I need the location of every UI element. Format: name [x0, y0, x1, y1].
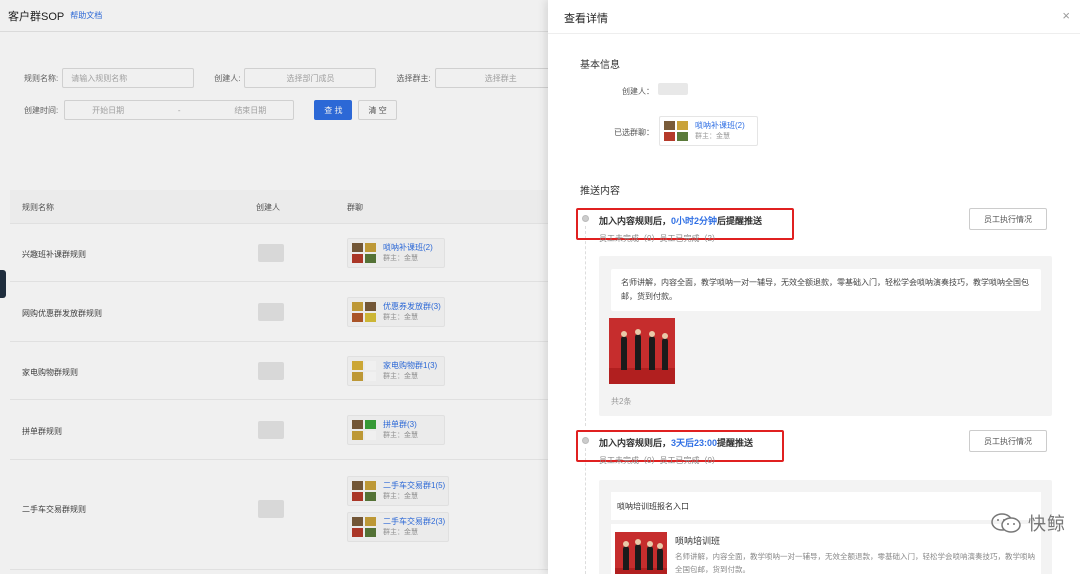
- creator-label: 创建人：: [622, 87, 654, 96]
- creator-avatar: [658, 83, 688, 95]
- rule-title: 加入内容规则后，3天后23:00提醒推送: [599, 436, 753, 449]
- timeline-line: [585, 448, 586, 574]
- rule-time: 0小时2分钟: [671, 216, 718, 226]
- group-owner: 群主：金慧: [695, 133, 730, 140]
- push-content-card: 唢呐培训班报名入口 唢呐培训班 名师讲解，内容全面，教学唢呐一对一辅导，无效全额…: [599, 480, 1052, 574]
- drawer-title: 查看详情: [564, 13, 608, 25]
- item-count: 共2条: [611, 397, 632, 406]
- link-title: 唢呐培训班报名入口: [611, 492, 1041, 520]
- rule-suffix: 后提醒推送: [717, 216, 763, 226]
- close-icon[interactable]: ×: [1062, 9, 1070, 22]
- performance-photo[interactable]: [609, 318, 675, 384]
- employee-execution-button[interactable]: 员工执行情况: [969, 208, 1047, 230]
- watermark: 快鲸: [990, 510, 1066, 536]
- details-drawer: 查看详情 × 基本信息 创建人： 已选群聊： 唢呐补课班(2) 群主：金慧 推送内…: [548, 0, 1080, 574]
- drawer-header: 查看详情 ×: [548, 0, 1080, 34]
- push-content-card: 名师讲解，内容全面，教学唢呐一对一辅导，无效全额退款，零基础入门，轻松学会唢呐演…: [599, 256, 1052, 416]
- rule-status: 员工未完成（0）员工已完成（2）: [599, 234, 720, 243]
- basic-info-title: 基本信息: [580, 60, 620, 71]
- timeline-line: [585, 226, 586, 426]
- rule-title: 加入内容规则后，0小时2分钟后提醒推送: [599, 214, 762, 227]
- side-collapse-tab[interactable]: [0, 270, 6, 298]
- link-card[interactable]: 唢呐培训班 名师讲解，内容全面，教学唢呐一对一辅导，无效全额退款，零基础入门，轻…: [611, 524, 1041, 574]
- rule-status: 员工未完成（0）员工已完成（0）: [599, 456, 720, 465]
- rule-suffix: 提醒推送: [717, 438, 754, 448]
- push-content-title: 推送内容: [580, 186, 620, 197]
- employee-execution-button[interactable]: 员工执行情况: [969, 430, 1047, 452]
- rule-prefix: 加入内容规则后，: [599, 216, 672, 226]
- selected-groups-label: 已选群聊：: [614, 128, 654, 137]
- group-avatar-icon: [664, 121, 690, 141]
- watermark-text: 快鲸: [1028, 514, 1066, 534]
- rule-prefix: 加入内容规则后，: [599, 438, 672, 448]
- link-thumbnail: [615, 532, 667, 574]
- link-card-desc: 名师讲解，内容全面，教学唢呐一对一辅导，无效全额退款，零基础入门，轻松学会唢呐演…: [675, 552, 1035, 574]
- modal-overlay[interactable]: [0, 0, 548, 574]
- wechat-icon: [991, 513, 1021, 533]
- selected-group-chip[interactable]: 唢呐补课班(2) 群主：金慧: [659, 116, 758, 146]
- group-name[interactable]: 唢呐补课班(2): [695, 120, 745, 131]
- link-card-title: 唢呐培训班: [675, 536, 721, 546]
- message-text: 名师讲解，内容全面，教学唢呐一对一辅导，无效全额退款，零基础入门，轻松学会唢呐演…: [611, 269, 1041, 311]
- rule-time: 3天后23:00: [671, 438, 718, 448]
